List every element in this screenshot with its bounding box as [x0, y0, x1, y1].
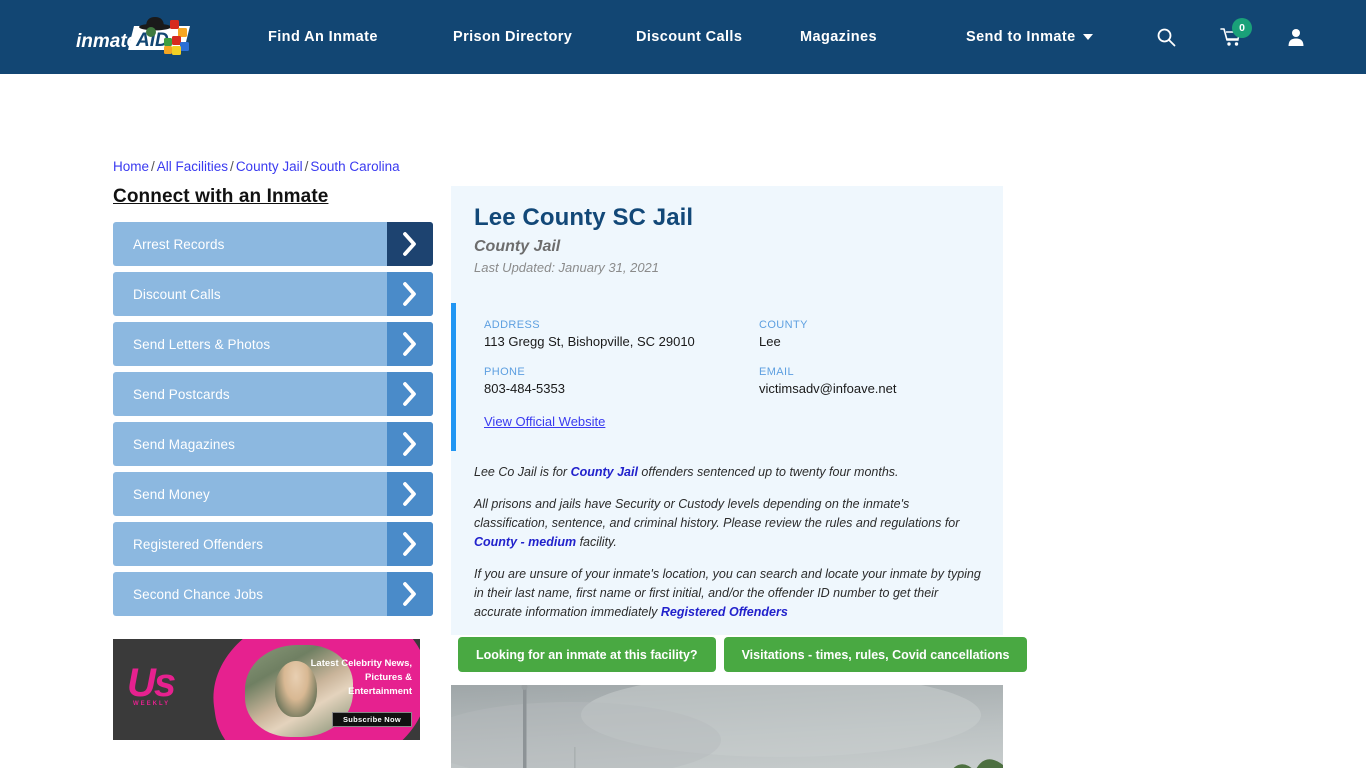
chevron-right-icon	[387, 422, 433, 466]
sidebar-item-send-magazines[interactable]: Send Magazines	[113, 422, 433, 466]
facility-info-panel: Lee County SC Jail County Jail Last Upda…	[451, 186, 1003, 635]
cta-button-row: Looking for an inmate at this facility? …	[458, 637, 1028, 672]
view-official-website-link[interactable]: View Official Website	[484, 414, 605, 429]
chevron-right-icon	[387, 572, 433, 616]
sidebar-item-send-money[interactable]: Send Money	[113, 472, 433, 516]
sidebar-item-label: Send Letters & Photos	[133, 336, 271, 352]
field-value: Lee	[759, 334, 781, 349]
facility-contact-block: ADDRESS 113 Gregg St, Bishopville, SC 29…	[451, 303, 1003, 451]
field-label: PHONE	[484, 366, 526, 378]
facility-photo	[451, 685, 1003, 768]
facility-description: Lee Co Jail is for County Jail offenders…	[451, 463, 1003, 622]
field-label: EMAIL	[759, 366, 795, 378]
page-title: Lee County SC Jail	[474, 204, 694, 231]
field-value: 803-484-5353	[484, 381, 565, 396]
facility-contact-grid: ADDRESS 113 Gregg St, Bishopville, SC 29…	[484, 319, 1003, 396]
chevron-right-icon	[387, 372, 433, 416]
breadcrumb-separator: /	[151, 159, 155, 174]
breadcrumb-item-all-facilities[interactable]: All Facilities	[157, 159, 228, 174]
chevron-right-icon	[387, 522, 433, 566]
field-label: COUNTY	[759, 319, 808, 331]
search-icon[interactable]	[1156, 27, 1176, 47]
user-account-icon[interactable]	[1286, 27, 1306, 47]
desc-p2-text-b: facility.	[576, 535, 617, 549]
visitations-button[interactable]: Visitations - times, rules, Covid cancel…	[723, 637, 1028, 672]
nav-link-send-to-inmate-label: Send to Inmate	[966, 29, 1076, 45]
sidebar-item-arrest-records[interactable]: Arrest Records	[113, 222, 433, 266]
sidebar-item-label: Registered Offenders	[133, 536, 264, 552]
desc-p1-link-county-jail[interactable]: County Jail	[571, 465, 638, 479]
facility-field-email: EMAIL victimsadv@infoave.net	[759, 366, 1003, 396]
sidebar-item-second-chance-jobs[interactable]: Second Chance Jobs	[113, 572, 433, 616]
desc-p3-link-registered-offenders[interactable]: Registered Offenders	[661, 605, 788, 619]
field-label: ADDRESS	[484, 319, 540, 331]
facility-field-phone: PHONE 803-484-5353	[484, 366, 759, 396]
nav-link-find-an-inmate[interactable]: Find An Inmate	[268, 29, 453, 45]
chevron-right-icon	[387, 322, 433, 366]
breadcrumb-separator: /	[304, 159, 309, 174]
sidebar-title: Connect with an Inmate	[113, 186, 329, 207]
description-paragraph-1: Lee Co Jail is for County Jail offenders…	[474, 463, 983, 482]
nav-link-magazines[interactable]: Magazines	[800, 29, 966, 45]
desc-p1-text-b: offenders sentenced up to twenty four mo…	[637, 465, 899, 479]
facility-type: County Jail	[474, 238, 561, 255]
sidebar: Connect with an Inmate Arrest Records Di…	[113, 186, 433, 622]
sidebar-item-send-letters-photos[interactable]: Send Letters & Photos	[113, 322, 433, 366]
breadcrumb-item-south-carolina[interactable]: South Carolina	[310, 159, 399, 174]
sidebar-item-label: Send Postcards	[133, 386, 230, 402]
sidebar-item-label: Discount Calls	[133, 286, 221, 302]
description-paragraph-2: All prisons and jails have Security or C…	[474, 495, 983, 552]
desc-p1-text-a: Lee Co Jail is for	[474, 465, 571, 479]
sidebar-item-label: Arrest Records	[133, 236, 225, 252]
description-paragraph-3: If you are unsure of your inmate's locat…	[474, 565, 983, 622]
svg-text:inmate: inmate	[76, 31, 138, 52]
last-updated-text: Last Updated: January 31, 2021	[474, 260, 660, 275]
nav-link-prison-directory[interactable]: Prison Directory	[453, 29, 636, 45]
ad-headline: Latest Celebrity News, Pictures & Entert…	[310, 658, 412, 697]
breadcrumb-item-county-jail[interactable]: County Jail	[236, 159, 303, 174]
nav-link-send-to-inmate[interactable]: Send to Inmate	[966, 29, 1093, 45]
field-value: 113 Gregg St, Bishopville, SC 29010	[484, 334, 695, 349]
ad-brand-sublabel: WEEKLY	[133, 701, 171, 707]
nav-link-discount-calls[interactable]: Discount Calls	[636, 29, 800, 45]
main-nav-links: Find An Inmate Prison Directory Discount…	[268, 0, 1093, 74]
chevron-right-icon	[387, 272, 433, 316]
sidebar-item-label: Send Magazines	[133, 436, 235, 452]
chevron-right-icon	[387, 472, 433, 516]
breadcrumb-separator: /	[230, 159, 234, 174]
desc-p2-link-county-medium[interactable]: County - medium	[474, 535, 576, 549]
header-icon-group: 0	[1156, 0, 1306, 74]
facility-field-address: ADDRESS 113 Gregg St, Bishopville, SC 29…	[484, 319, 759, 349]
looking-for-inmate-button[interactable]: Looking for an inmate at this facility?	[458, 637, 716, 672]
sidebar-item-registered-offenders[interactable]: Registered Offenders	[113, 522, 433, 566]
breadcrumb-item-home[interactable]: Home	[113, 159, 149, 174]
cart-count-badge: 0	[1232, 18, 1252, 38]
sidebar-item-label: Send Money	[133, 486, 210, 502]
us-weekly-advertisement[interactable]: Us WEEKLY Latest Celebrity News, Picture…	[113, 639, 420, 740]
sidebar-item-discount-calls[interactable]: Discount Calls	[113, 272, 433, 316]
ad-brand-logo: Us	[127, 661, 176, 705]
sidebar-item-send-postcards[interactable]: Send Postcards	[113, 372, 433, 416]
ad-subscribe-button[interactable]: Subscribe Now	[332, 712, 412, 727]
sidebar-item-label: Second Chance Jobs	[133, 586, 264, 602]
desc-p2-text-a: All prisons and jails have Security or C…	[474, 497, 960, 530]
field-value: victimsadv@infoave.net	[759, 381, 897, 396]
breadcrumb: Home / All Facilities / County Jail / South Ca…	[113, 159, 400, 174]
top-navigation-bar: inmate AID Find An Inmate Prison Directo…	[0, 0, 1366, 74]
facility-field-county: COUNTY Lee	[759, 319, 1003, 349]
shopping-cart-icon[interactable]: 0	[1220, 18, 1252, 47]
chevron-right-icon	[387, 222, 433, 266]
chevron-down-icon	[1082, 34, 1093, 40]
inmate-aid-logo[interactable]: inmate AID	[72, 16, 196, 58]
